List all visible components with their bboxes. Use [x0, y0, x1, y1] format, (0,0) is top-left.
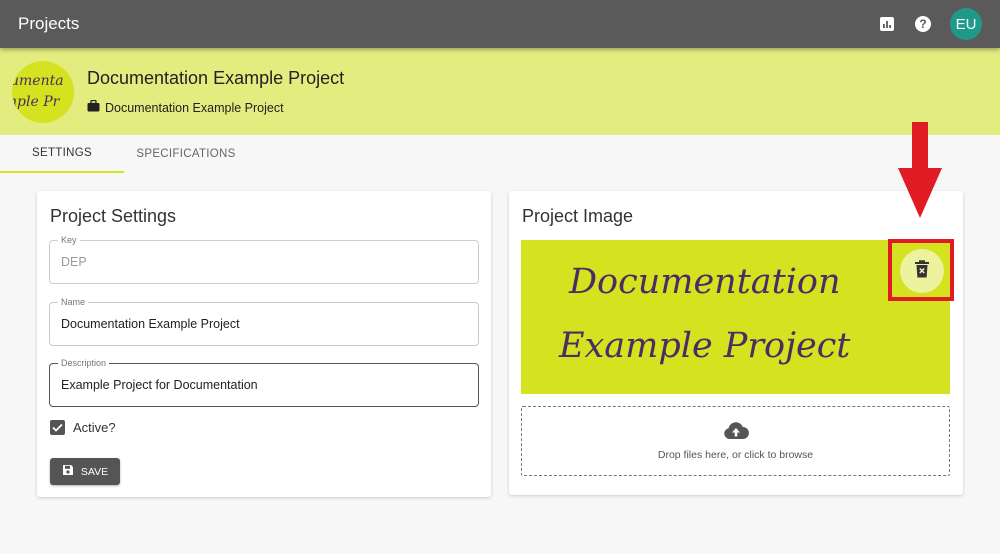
- active-label: Active?: [73, 420, 116, 435]
- description-value: Example Project for Documentation: [61, 378, 258, 392]
- image-text-line-1: Documentation: [569, 262, 841, 302]
- tab-settings[interactable]: SETTINGS: [0, 135, 124, 173]
- save-label: SAVE: [80, 465, 109, 478]
- description-label: Description: [58, 358, 110, 368]
- image-card-title: Project Image: [522, 206, 634, 226]
- description-field[interactable]: Description Example Project for Document…: [49, 358, 479, 407]
- key-field[interactable]: Key DEP: [49, 235, 479, 284]
- project-image-card: Project Image Documentation Example Proj…: [509, 191, 963, 495]
- tab-specifications[interactable]: SPECIFICATIONS: [124, 135, 248, 173]
- dropzone-text: Drop files here, or click to browse: [657, 448, 814, 461]
- active-checkbox[interactable]: [50, 420, 65, 435]
- trash-icon: [914, 259, 930, 283]
- project-settings-card: Project Settings Key DEP Name Documentat…: [37, 191, 491, 497]
- tab-bar: SETTINGS SPECIFICATIONS: [0, 135, 1000, 173]
- bar-chart-icon[interactable]: [876, 13, 898, 35]
- delete-image-button[interactable]: [900, 249, 944, 293]
- name-field[interactable]: Name Documentation Example Project: [49, 297, 479, 346]
- name-label: Name: [58, 297, 89, 307]
- logo-text-line-2: nple Pr: [12, 94, 60, 110]
- logo-text-line-1: umenta: [12, 73, 64, 89]
- image-dropzone[interactable]: Drop files here, or click to browse: [521, 406, 950, 476]
- project-title: Documentation Example Project: [87, 68, 345, 88]
- project-logo: umenta nple Pr: [12, 61, 74, 123]
- project-subtitle: Documentation Example Project: [105, 100, 284, 115]
- app-title: Projects: [18, 14, 80, 33]
- delete-highlight-box: [888, 239, 954, 301]
- svg-text:?: ?: [919, 17, 926, 31]
- app-bar: Projects ? EU: [0, 0, 1000, 48]
- appbar-actions: ? EU: [876, 8, 982, 40]
- name-value: Documentation Example Project: [61, 317, 240, 331]
- user-avatar[interactable]: EU: [950, 8, 982, 40]
- save-button[interactable]: SAVE: [50, 458, 120, 485]
- active-checkbox-row[interactable]: Active?: [50, 420, 116, 435]
- save-icon: [62, 464, 74, 479]
- project-image: Documentation Example Project: [521, 240, 950, 394]
- pointer-arrow-icon: [898, 122, 942, 218]
- project-breadcrumb[interactable]: Documentation Example Project: [87, 99, 284, 115]
- key-label: Key: [58, 235, 80, 245]
- project-header: umenta nple Pr Documentation Example Pro…: [0, 48, 1000, 135]
- briefcase-icon: [87, 99, 100, 115]
- image-text-line-2: Example Project: [559, 326, 851, 366]
- key-value: DEP: [61, 255, 87, 269]
- settings-card-title: Project Settings: [50, 206, 177, 226]
- cloud-upload-icon: [723, 421, 749, 445]
- help-icon[interactable]: ?: [912, 13, 934, 35]
